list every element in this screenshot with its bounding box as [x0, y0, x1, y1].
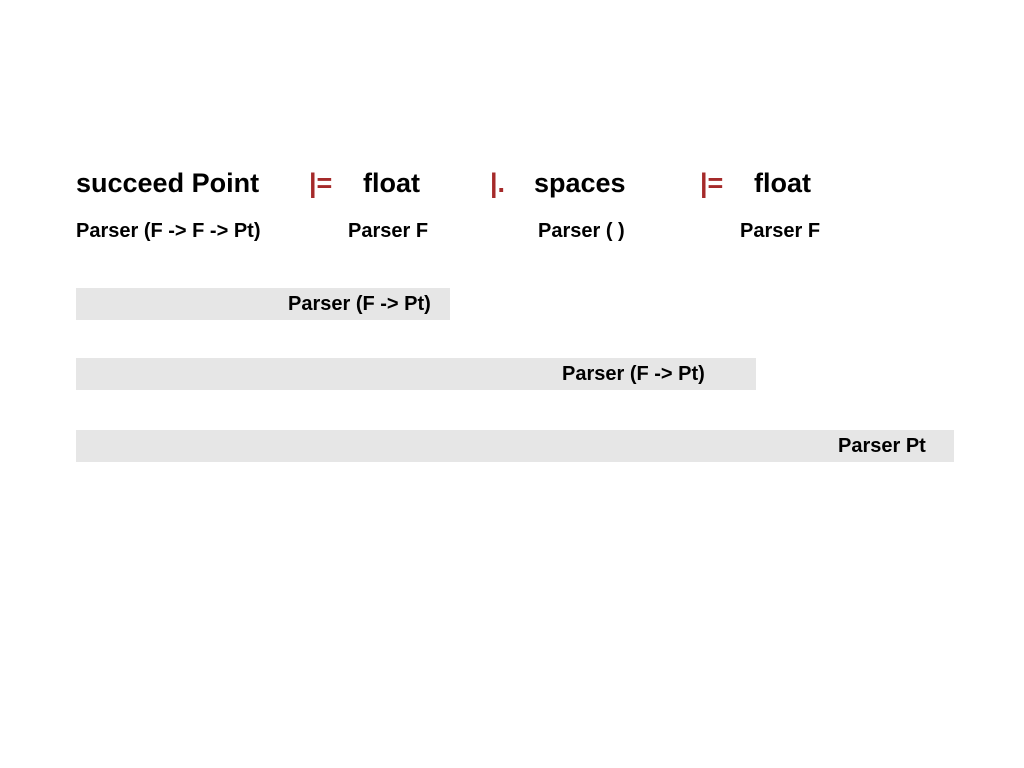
op-pipe-equals-2: |=	[700, 168, 723, 199]
expr-succeed-point: succeed Point	[76, 168, 259, 199]
bar-3	[76, 430, 954, 462]
type-float-2: Parser F	[740, 220, 820, 243]
expr-float-1: float	[363, 168, 420, 199]
type-spaces: Parser ( )	[538, 220, 625, 243]
expr-float-2: float	[754, 168, 811, 199]
bar-1-label: Parser (F -> Pt)	[288, 288, 431, 320]
op-pipe-dot: |.	[490, 168, 505, 199]
type-float-1: Parser F	[348, 220, 428, 243]
bar-3-label: Parser Pt	[838, 430, 926, 462]
bar-2-label: Parser (F -> Pt)	[562, 358, 705, 390]
op-pipe-equals-1: |=	[309, 168, 332, 199]
type-succeed-point: Parser (F -> F -> Pt)	[76, 220, 261, 243]
expr-spaces: spaces	[534, 168, 626, 199]
